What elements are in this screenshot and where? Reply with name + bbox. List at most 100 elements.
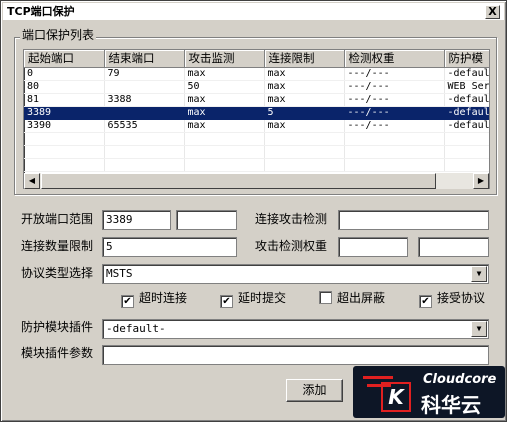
title-bar: TCP端口保护 X [3,3,504,21]
cell: max [184,106,265,120]
close-icon[interactable]: X [488,5,496,18]
check-icon: ✔ [123,296,132,307]
checkbox-accept-protocol[interactable]: ✔ 接受协议 [419,291,485,308]
cell: max [264,67,345,81]
cell: -defaul [444,67,489,81]
scroll-left-button[interactable]: ◀ [24,173,40,189]
plugin-param-input[interactable] [102,345,489,365]
open-port-label: 开放端口范围 [21,212,94,226]
table-row[interactable]: 0 79 max max ---/--- -defaul [24,67,489,81]
cell: 81 [24,93,105,107]
cloudcore-watermark: K Cloudcore 科华云 [353,366,505,418]
col-header-protect-module[interactable]: 防护模 [444,50,489,68]
window-title: TCP端口保护 [7,5,75,18]
table-row[interactable]: 3390 65535 max max ---/--- -defaul [24,119,489,133]
logo-text-en: Cloudcore [423,372,497,387]
col-header-conn-limit[interactable]: 连接限制 [264,50,345,68]
conn-attack-label: 连接攻击检测 [255,212,328,226]
checkbox-box[interactable]: ✔ [121,295,134,308]
checkbox-delay-submit[interactable]: ✔ 延时提交 [220,291,286,308]
arrow-right-icon[interactable]: ▶ [478,176,484,185]
checkbox-timeout-conn[interactable]: ✔ 超时连接 [121,291,187,308]
cell: ---/--- [344,93,445,107]
horizontal-scrollbar[interactable]: ◀ ▶ [24,173,489,189]
open-port-start-input[interactable]: 3389 [102,210,171,230]
open-port-end-input[interactable] [176,210,237,230]
scroll-thumb[interactable] [41,173,436,189]
cell: 65535 [104,119,185,133]
empty-row [24,145,489,159]
check-icon: ✔ [222,296,231,307]
port-list[interactable]: 起始端口 结束端口 攻击监测 连接限制 检测权重 防护模 0 79 max max --… [23,49,490,189]
checkbox-label: 超时连接 [139,291,188,305]
empty-row [24,132,489,146]
table-row[interactable]: 81 3388 max max ---/--- -defaul [24,93,489,107]
chevron-down-icon[interactable]: ▼ [471,321,487,337]
cell: -defaul [444,106,489,120]
col-header-end-port[interactable]: 结束端口 [104,50,185,68]
port-table: 起始端口 结束端口 攻击监测 连接限制 检测权重 防护模 0 79 max max --… [24,50,489,172]
cell: max [264,93,345,107]
conn-attack-input[interactable] [338,210,489,230]
cell: -defaul [444,93,489,107]
cell: 80 [24,80,105,94]
cell: -defaul [444,119,489,133]
protocol-label: 协议类型选择 [21,266,94,280]
cell: 5 [264,106,345,120]
checkbox-box[interactable] [319,291,332,304]
check-icon: ✔ [421,296,430,307]
empty-row [24,158,489,172]
port-list-group-label: 端口保护列表 [20,28,97,42]
col-header-attack-monitor[interactable]: 攻击监测 [184,50,265,68]
cell: max [184,93,265,107]
chevron-down-icon[interactable]: ▼ [471,266,487,282]
cell [104,80,185,94]
cell: max [264,80,345,94]
scroll-right-button[interactable]: ▶ [473,173,489,189]
cell: 3389 [24,106,105,120]
conn-limit-label: 连接数量限制 [21,239,94,253]
checkbox-label: 超出屏蔽 [337,291,386,305]
cell: 3388 [104,93,185,107]
attack-weight-input-1[interactable] [338,237,408,257]
cell: ---/--- [344,80,445,94]
close-button[interactable]: X [485,5,500,19]
cell: WEB Ser [444,80,489,94]
cell: 0 [24,67,105,81]
add-button[interactable]: 添加 [286,379,343,402]
table-header: 起始端口 结束端口 攻击监测 连接限制 检测权重 防护模 [24,50,489,68]
cell: max [184,67,265,81]
logo-k: K [381,382,411,412]
checkbox-label: 延时提交 [238,291,287,305]
cell: max [184,119,265,133]
checkbox-label: 接受协议 [437,291,486,305]
logo-text-cn: 科华云 [421,393,481,417]
cell: 50 [184,80,265,94]
attack-weight-label: 攻击检测权重 [255,239,328,253]
col-header-weight[interactable]: 检测权重 [344,50,445,68]
checkbox-exceed-block[interactable]: 超出屏蔽 [319,291,385,305]
plugin-label: 防护模块插件 [21,320,94,334]
cell: 79 [104,67,185,81]
cell [104,106,185,120]
cell: max [264,119,345,133]
checkbox-box[interactable]: ✔ [419,295,432,308]
plugin-param-label: 模块插件参数 [21,346,94,360]
checkbox-box[interactable]: ✔ [220,295,233,308]
col-header-start-port[interactable]: 起始端口 [24,50,105,68]
protocol-select-value: MSTS [106,267,133,280]
table-row-selected[interactable]: 3389 max 5 ---/--- -defaul [24,106,489,120]
attack-weight-input-2[interactable] [418,237,489,257]
arrow-left-icon[interactable]: ◀ [29,176,35,185]
cell: ---/--- [344,119,445,133]
cell: 3390 [24,119,105,133]
cell: ---/--- [344,106,445,120]
cell: ---/--- [344,67,445,81]
conn-limit-input[interactable]: 5 [102,237,237,257]
table-row[interactable]: 80 50 max ---/--- WEB Ser [24,80,489,94]
plugin-select[interactable]: -default- ▼ [102,319,489,339]
plugin-select-value: -default- [106,322,166,335]
logo-stripe [363,376,393,379]
tcp-port-protection-dialog: TCP端口保护 X 端口保护列表 起始端口 结束端口 攻击监测 连接限制 检测权… [0,0,507,422]
protocol-select[interactable]: MSTS ▼ [102,264,489,284]
